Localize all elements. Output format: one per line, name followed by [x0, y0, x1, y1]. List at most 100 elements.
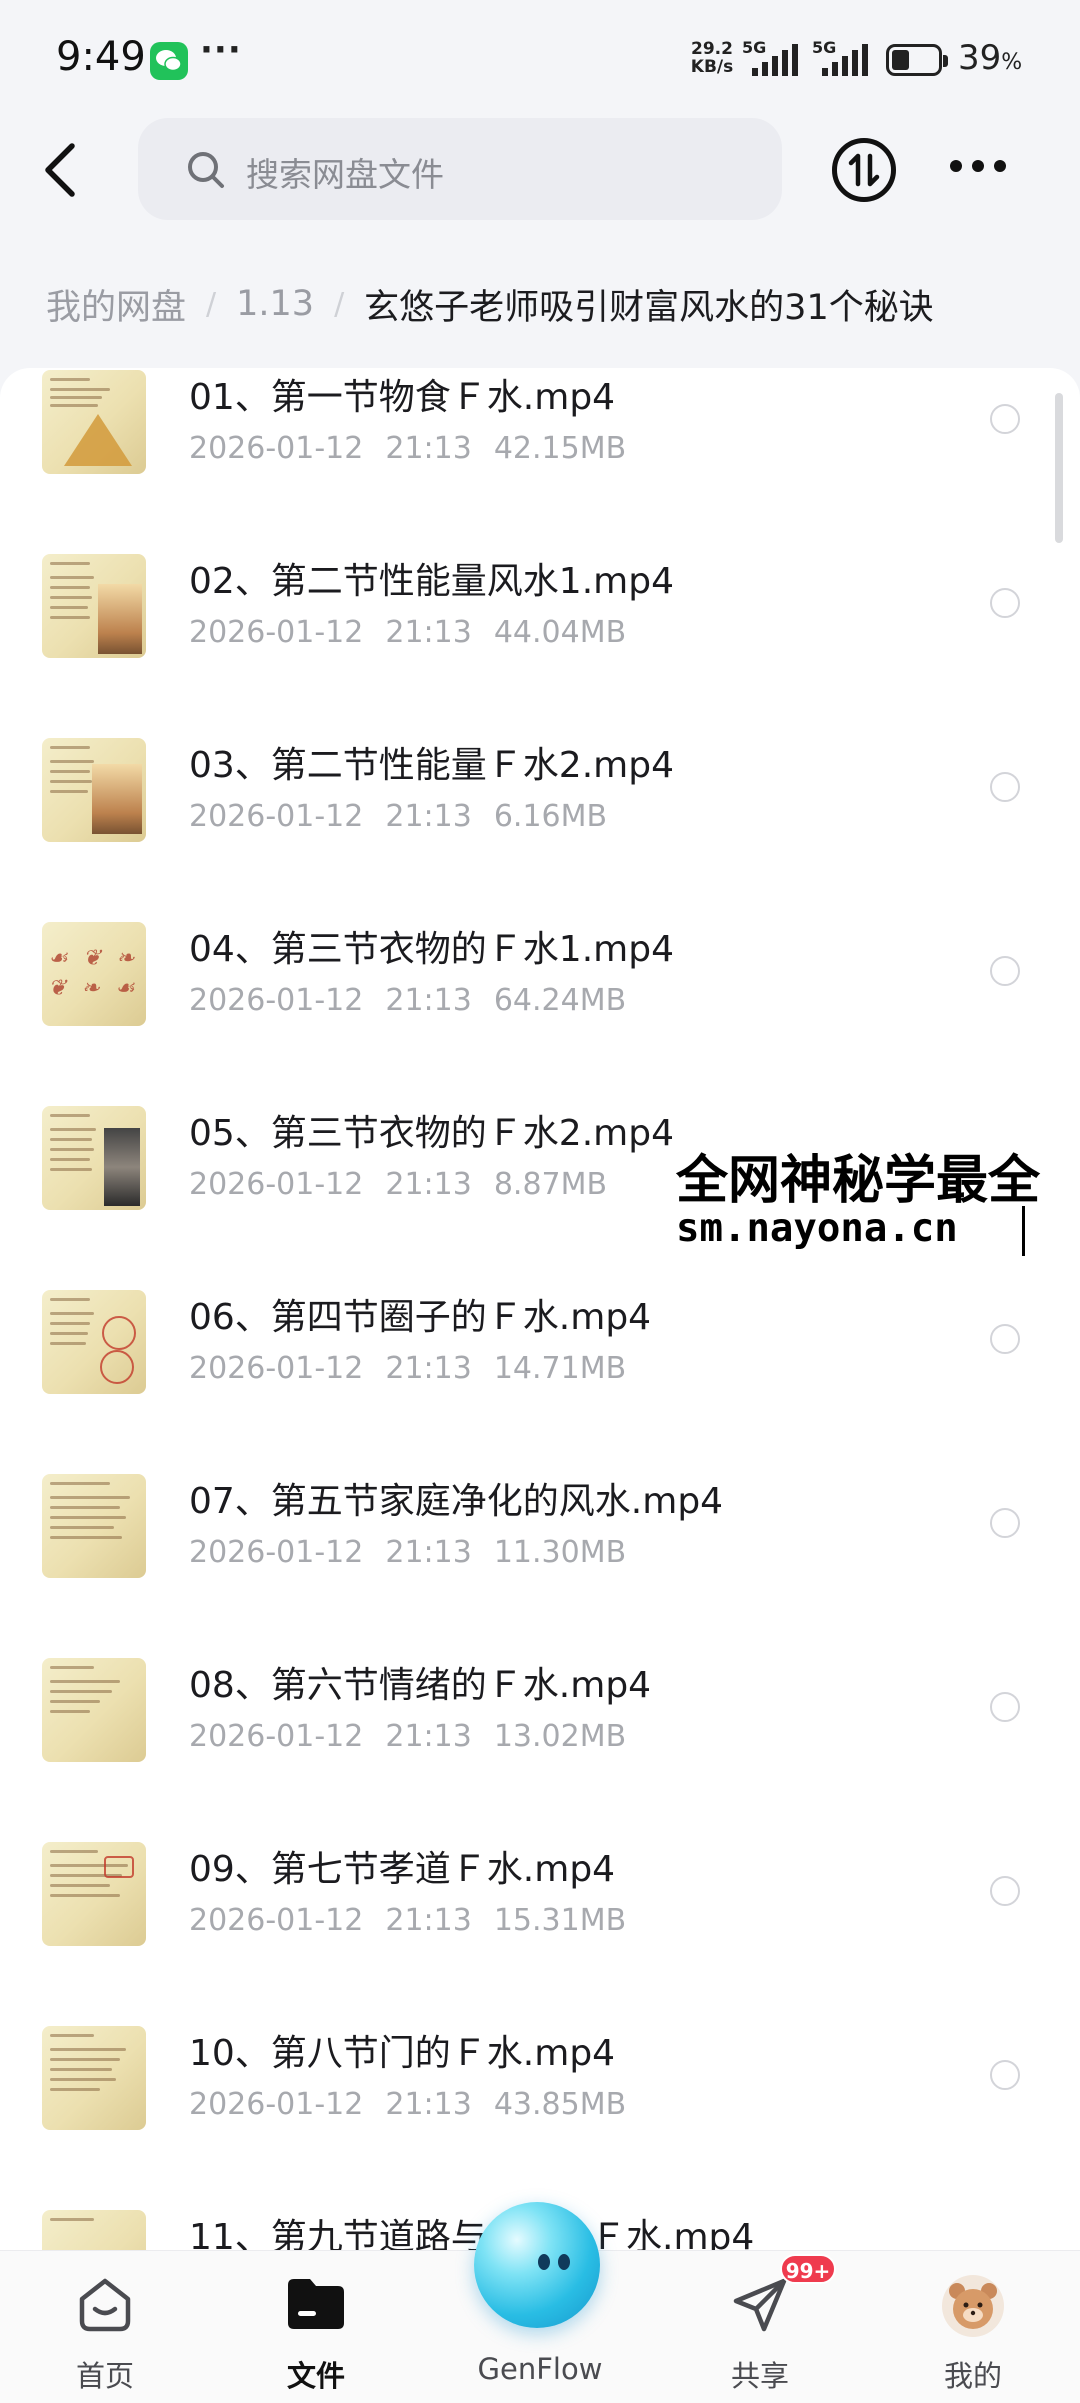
select-radio[interactable] [990, 404, 1020, 434]
file-time: 21:13 [385, 799, 472, 834]
file-time: 21:13 [385, 1535, 472, 1570]
file-name: 02、第二节性能量风水1.mp4 [189, 561, 674, 602]
video-thumbnail [42, 554, 146, 658]
file-name: 10、第八节门的Ｆ水.mp4 [189, 2033, 616, 2074]
file-list-item[interactable]: 09、第七节孝道Ｆ水.mp4 2026-01-12 21:13 15.31MB [0, 1836, 1080, 2019]
video-thumbnail [42, 1474, 146, 1578]
file-meta: 2026-01-12 21:13 14.71MB [189, 1351, 626, 1386]
nav-tab-genflow-label[interactable]: GenFlow [460, 2352, 620, 2386]
watermark-title: 全网神秘学最全 [676, 1151, 1041, 1211]
file-meta: 2026-01-12 21:13 6.16MB [189, 799, 607, 834]
file-date: 2026-01-12 [189, 1719, 364, 1754]
file-size: 11.30MB [493, 1535, 627, 1570]
network-speed-value: 29.2 [691, 39, 733, 59]
file-time: 21:13 [385, 615, 472, 650]
signal-1-label: 5G [742, 38, 767, 57]
select-radio[interactable] [990, 1324, 1020, 1354]
file-name: 05、第三节衣物的Ｆ水2.mp4 [189, 1113, 674, 1154]
file-name: 03、第二节性能量Ｆ水2.mp4 [189, 745, 674, 786]
select-radio[interactable] [990, 588, 1020, 618]
transfer-icon [848, 153, 880, 187]
signal-2-label: 5G [812, 38, 837, 57]
file-name: 06、第四节圈子的Ｆ水.mp4 [189, 1297, 652, 1338]
transfer-button[interactable] [832, 138, 896, 202]
nav-label: 共享 [730, 2359, 789, 2393]
nav-label: 首页 [75, 2359, 134, 2393]
select-radio[interactable] [990, 956, 1020, 986]
file-size: 14.71MB [493, 1351, 627, 1386]
network-speed: 29.2 KB/s [688, 40, 736, 76]
file-time: 21:13 [385, 1903, 472, 1938]
file-list-item[interactable]: 10、第八节门的Ｆ水.mp4 2026-01-12 21:13 43.85MB [0, 2020, 1080, 2203]
select-radio[interactable] [990, 2060, 1020, 2090]
share-icon [733, 2278, 787, 2332]
file-list-item[interactable]: 07、第五节家庭净化的风水.mp4 2026-01-12 21:13 11.30MB [0, 1468, 1080, 1651]
avatar-icon [942, 2275, 1004, 2337]
select-radio[interactable] [990, 1692, 1020, 1722]
select-radio[interactable] [990, 1876, 1020, 1906]
watermark-url: sm.nayona.cn [676, 1206, 958, 1251]
file-name: 07、第五节家庭净化的风水.mp4 [189, 1481, 724, 1522]
file-size: 8.87MB [493, 1167, 608, 1202]
search-input[interactable]: 搜索网盘文件 [138, 118, 782, 220]
select-radio[interactable] [990, 772, 1020, 802]
file-list-item[interactable]: 03、第二节性能量Ｆ水2.mp4 2026-01-12 21:13 6.16MB [0, 732, 1080, 915]
status-more-icon: ··· [200, 30, 242, 70]
file-size: 42.15MB [493, 431, 627, 466]
file-meta: 2026-01-12 21:13 43.85MB [189, 2087, 626, 2122]
breadcrumb-item-root[interactable]: 我的网盘 [46, 279, 186, 330]
video-thumbnail [42, 738, 146, 842]
nav-tab-files[interactable]: 文件 [236, 2251, 396, 2403]
file-size: 13.02MB [493, 1719, 627, 1754]
breadcrumb-separator: / [206, 286, 217, 322]
video-thumbnail: ☙ ❦ ❧ ❦ ❧ ☙ [42, 922, 146, 1026]
nav-label: 我的 [943, 2359, 1002, 2393]
video-thumbnail [42, 2026, 146, 2130]
wechat-notification-icon [150, 42, 188, 80]
file-date: 2026-01-12 [189, 1535, 364, 1570]
file-name-tail: Ｆ水.mp4 [590, 2217, 755, 2250]
file-date: 2026-01-12 [189, 2087, 364, 2122]
back-button[interactable] [36, 138, 88, 202]
nav-tab-me[interactable]: 我的 [893, 2251, 1053, 2403]
file-list-item[interactable]: ☙ ❦ ❧ ❦ ❧ ☙ 04、第三节衣物的Ｆ水1.mp4 2026-01-12 21… [0, 916, 1080, 1099]
file-list-item[interactable]: 01、第一节物食Ｆ水.mp4 2026-01-12 21:13 42.15MB [0, 368, 1080, 547]
select-radio[interactable] [990, 1508, 1020, 1538]
battery-value: 39 [958, 38, 1002, 78]
file-name: 01、第一节物食Ｆ水.mp4 [189, 377, 616, 418]
file-meta: 2026-01-12 21:13 64.24MB [189, 983, 626, 1018]
more-button[interactable] [950, 160, 1006, 176]
file-list[interactable]: 01、第一节物食Ｆ水.mp4 2026-01-12 21:13 42.15MB 02… [0, 368, 1080, 2250]
share-badge: 99+ [780, 2254, 836, 2284]
video-thumbnail [42, 370, 146, 474]
breadcrumb-separator: / [334, 286, 345, 322]
file-list-item[interactable]: 06、第四节圈子的Ｆ水.mp4 2026-01-12 21:13 14.71MB [0, 1284, 1080, 1467]
nav-label: 文件 [286, 2359, 345, 2393]
file-meta: 2026-01-12 21:13 11.30MB [189, 1535, 626, 1570]
file-time: 21:13 [385, 2087, 472, 2122]
nav-tab-home[interactable]: 首页 [25, 2251, 185, 2403]
file-date: 2026-01-12 [189, 431, 364, 466]
file-time: 21:13 [385, 983, 472, 1018]
genflow-orb-icon[interactable] [474, 2202, 600, 2328]
file-name: 11、第九节道路与 [189, 2217, 487, 2250]
file-date: 2026-01-12 [189, 983, 364, 1018]
file-time: 21:13 [385, 1167, 472, 1202]
breadcrumb-item-folder[interactable]: 1.13 [236, 284, 314, 324]
file-time: 21:13 [385, 431, 472, 466]
file-size: 43.85MB [493, 2087, 627, 2122]
video-thumbnail [42, 1842, 146, 1946]
file-size: 6.16MB [493, 799, 608, 834]
file-size: 64.24MB [493, 983, 627, 1018]
file-list-item[interactable]: 08、第六节情绪的Ｆ水.mp4 2026-01-12 21:13 13.02MB [0, 1652, 1080, 1835]
folder-icon [288, 2279, 344, 2329]
file-date: 2026-01-12 [189, 1351, 364, 1386]
search-icon [188, 152, 224, 188]
file-list-item[interactable]: 02、第二节性能量风水1.mp4 2026-01-12 21:13 44.04MB [0, 548, 1080, 731]
file-date: 2026-01-12 [189, 799, 364, 834]
status-bar: 9:49 ··· 29.2 KB/s 5G 5G 39% [0, 0, 1080, 120]
more-icon-dot [950, 160, 962, 172]
file-meta: 2026-01-12 21:13 8.87MB [189, 1167, 607, 1202]
file-meta: 2026-01-12 21:13 44.04MB [189, 615, 626, 650]
file-size: 44.04MB [493, 615, 627, 650]
